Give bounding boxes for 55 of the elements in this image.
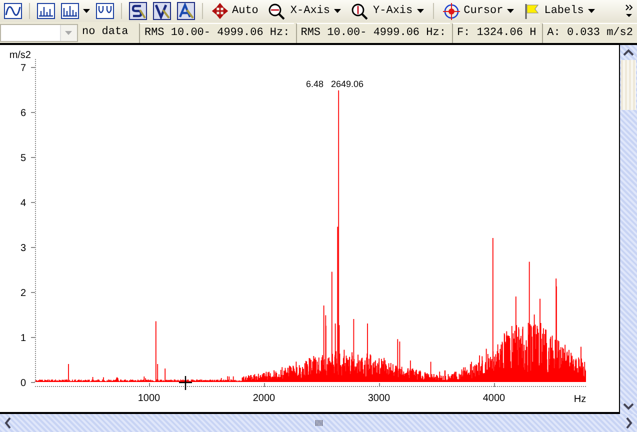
dropdown-arrow-icon bbox=[507, 9, 514, 13]
a-letter-icon bbox=[177, 2, 195, 20]
spectrum-button[interactable] bbox=[35, 0, 57, 22]
toolbar-button[interactable]: Auto bbox=[208, 0, 262, 22]
vertical-scrollbar[interactable] bbox=[620, 45, 637, 414]
magnifier-icon bbox=[268, 2, 286, 20]
v-letter-icon bbox=[153, 2, 171, 20]
filter-button[interactable] bbox=[94, 0, 116, 22]
x-tick-label: 1000 bbox=[138, 393, 160, 404]
status-field: RMS 10.00- 4999.06 Hz: bbox=[139, 22, 294, 42]
flag-icon bbox=[524, 2, 540, 20]
x-tick-label: 4000 bbox=[482, 393, 506, 404]
y-tick-label: 0 bbox=[20, 378, 26, 389]
y-tick-label: 5 bbox=[20, 153, 26, 164]
dropdown-arrow-icon bbox=[83, 9, 90, 13]
magnifier-icon bbox=[351, 2, 370, 20]
a-tool-button[interactable] bbox=[175, 0, 197, 22]
x-unit-label: Hz bbox=[574, 394, 586, 405]
spectrum-menu-button[interactable] bbox=[59, 0, 92, 22]
s-letter-icon bbox=[129, 2, 147, 20]
s-tool-button[interactable] bbox=[127, 0, 149, 22]
chevron-icon bbox=[625, 4, 633, 18]
crosshair-icon bbox=[442, 2, 460, 20]
status-field: F: 1324.06 H bbox=[452, 22, 540, 42]
y-tick-label: 6 bbox=[20, 108, 26, 119]
x-tick-label: 3000 bbox=[368, 393, 390, 404]
y-tick-label: 1 bbox=[20, 333, 26, 344]
time-wave-button[interactable] bbox=[2, 0, 24, 22]
peak-label: 6.48 2649.06 bbox=[306, 79, 364, 89]
status-field: RMS 10.00- 4999.06 Hz: bbox=[296, 22, 450, 42]
status-field: no data bbox=[80, 23, 138, 42]
y-tick-label: 2 bbox=[20, 288, 26, 299]
bar-spectrum-icon bbox=[37, 3, 55, 19]
y-unit-label: m/s2 bbox=[9, 50, 31, 61]
dropdown-arrow-icon bbox=[416, 9, 424, 13]
dropdown-arrow-icon bbox=[588, 9, 595, 13]
sine-wave-icon bbox=[4, 3, 22, 19]
x-tick-label: 2000 bbox=[252, 393, 276, 404]
toolbar-button[interactable]: Labels bbox=[520, 0, 599, 22]
grip-icon bbox=[314, 420, 322, 426]
bar-chart-icon bbox=[61, 3, 79, 19]
dropdown-arrow-icon bbox=[334, 9, 342, 13]
y-tick-label: 7 bbox=[20, 63, 26, 74]
toolbar-button[interactable]: Cursor bbox=[438, 0, 518, 22]
toolbar-button[interactable]: Y-Axis bbox=[347, 0, 428, 22]
horizontal-scrollbar[interactable] bbox=[0, 414, 637, 432]
cursor-marker bbox=[178, 375, 193, 391]
filter-icon bbox=[96, 3, 114, 19]
y-tick-label: 3 bbox=[20, 243, 26, 254]
status-field: A: 0.033 m/s2 bbox=[542, 22, 637, 42]
scroll-thumb[interactable] bbox=[621, 60, 636, 110]
toolbar-button[interactable]: X-Axis bbox=[264, 0, 346, 22]
y-tick-label: 4 bbox=[20, 198, 26, 209]
dropdown-arrow-icon bbox=[65, 30, 72, 34]
v-tool-button[interactable] bbox=[151, 0, 173, 22]
